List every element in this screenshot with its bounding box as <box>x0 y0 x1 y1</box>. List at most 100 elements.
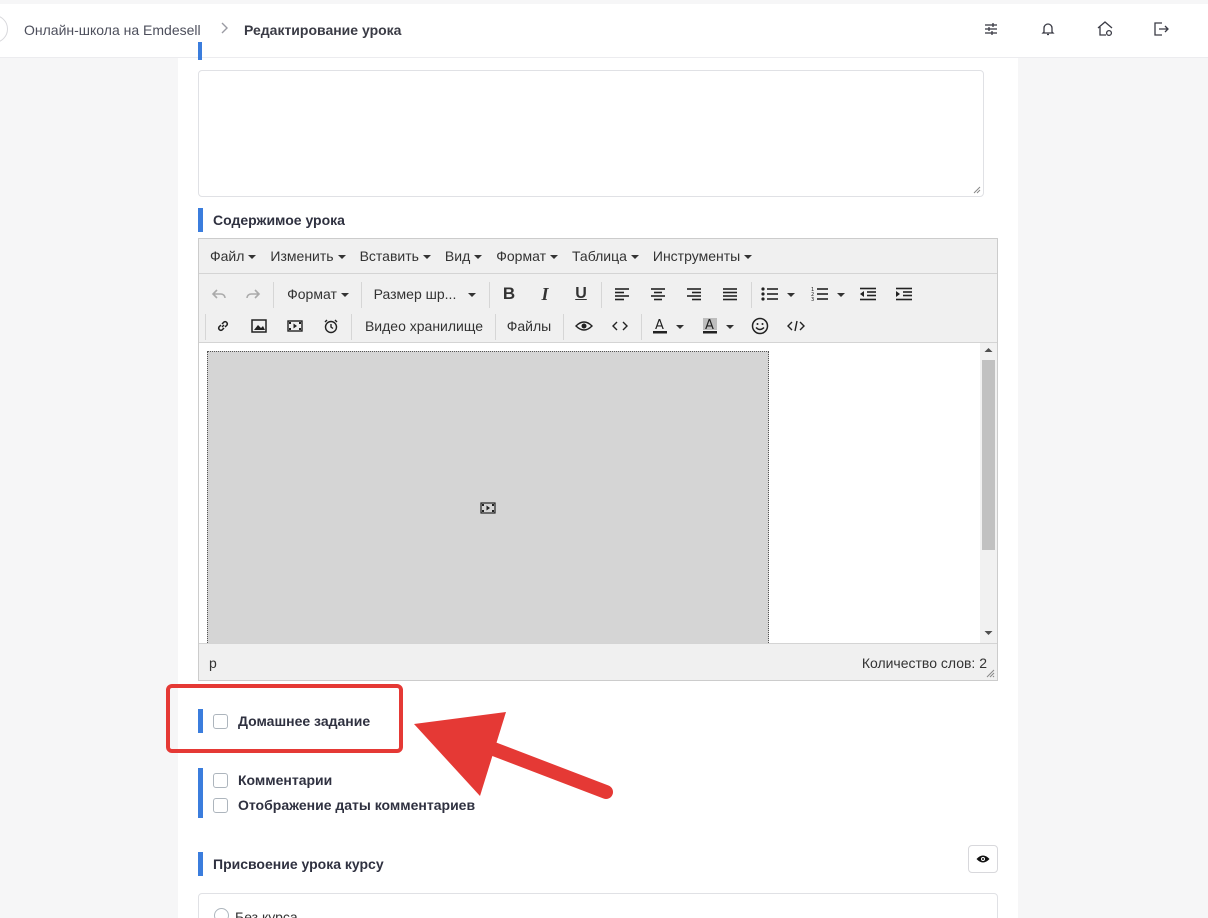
align-justify-icon[interactable] <box>717 280 743 308</box>
menu-insert-label: Вставить <box>359 248 419 264</box>
toolbar-separator <box>495 314 496 340</box>
menu-insert[interactable]: Вставить <box>353 239 438 274</box>
caret-down-icon <box>340 293 349 297</box>
menu-file[interactable]: Файл <box>203 239 263 274</box>
breadcrumb-home-link[interactable]: Онлайн-школа на Emdesell <box>24 22 201 38</box>
section-accent-bar <box>198 208 203 232</box>
bullet-list-icon[interactable] <box>757 280 799 308</box>
outdent-icon[interactable] <box>855 280 881 308</box>
resize-grip-icon[interactable] <box>973 186 981 194</box>
menu-table-label: Таблица <box>571 248 627 264</box>
chevron-right-icon <box>221 22 228 34</box>
image-icon[interactable] <box>247 312 271 340</box>
content-label-text: Содержимое урока <box>213 212 345 228</box>
format-select-label: Формат <box>287 286 337 302</box>
menu-edit[interactable]: Изменить <box>263 239 352 274</box>
editor-scrollbar[interactable] <box>980 343 997 643</box>
indent-icon[interactable] <box>891 280 917 308</box>
files-button[interactable]: Файлы <box>501 312 557 340</box>
redo-icon[interactable] <box>241 280 265 308</box>
section-accent-bar <box>198 42 202 60</box>
scrollbar-thumb[interactable] <box>982 360 995 550</box>
align-center-icon[interactable] <box>645 280 671 308</box>
numbered-list-icon[interactable]: 123 <box>807 280 849 308</box>
sidebar-toggle-button[interactable] <box>0 15 8 43</box>
course-options-box: Без курса <box>198 893 998 918</box>
menu-file-label: Файл <box>210 248 245 264</box>
annotation-arrow-icon <box>414 712 613 799</box>
menu-format[interactable]: Формат <box>489 239 565 274</box>
bell-icon[interactable] <box>1037 18 1059 40</box>
svg-text:A: A <box>705 318 714 333</box>
source-code-icon[interactable] <box>783 312 809 340</box>
comments-checkbox[interactable] <box>213 772 228 788</box>
toolbar-row-1: Формат Размер шр... B I U 1 2 3 <box>199 278 997 310</box>
menu-tools-label: Инструменты <box>652 248 741 264</box>
menu-tools[interactable]: Инструменты <box>646 239 759 274</box>
caret-down-icon <box>744 255 753 259</box>
menu-edit-label: Изменить <box>270 248 334 264</box>
align-left-icon[interactable] <box>609 280 635 308</box>
align-right-icon[interactable] <box>681 280 707 308</box>
undo-icon[interactable] <box>207 280 231 308</box>
content-section-label: Содержимое урока <box>198 208 345 232</box>
element-path[interactable]: p <box>209 655 217 671</box>
format-select[interactable]: Формат <box>281 280 355 308</box>
annotation-highlight-box <box>166 684 403 753</box>
home-settings-icon[interactable] <box>1094 18 1116 40</box>
top-header: Онлайн-школа на Emdesell Редактирование … <box>0 4 1208 58</box>
resize-grip-icon[interactable] <box>986 669 995 678</box>
course-assign-label-text: Присвоение урока курсу <box>213 856 384 872</box>
course-assign-section-label: Присвоение урока курсу <box>198 852 384 876</box>
toolbar-separator <box>751 282 752 308</box>
video-storage-button[interactable]: Видео хранилище <box>359 312 489 340</box>
comments-date-checkbox[interactable] <box>213 797 228 813</box>
breadcrumb-current: Редактирование урока <box>244 22 402 38</box>
toolbar-separator <box>205 314 206 340</box>
caret-down-icon <box>468 293 477 297</box>
editor-content-area[interactable] <box>199 343 997 643</box>
code-view-icon[interactable] <box>607 312 633 340</box>
caret-down-icon <box>837 293 845 297</box>
caret-down-icon <box>422 255 431 259</box>
comments-label: Комментарии <box>238 772 333 788</box>
caret-down-icon <box>474 255 483 259</box>
video-placeholder[interactable] <box>207 351 769 643</box>
no-course-radio[interactable] <box>214 908 229 918</box>
no-course-label: Без курса <box>235 909 298 918</box>
caret-down-icon <box>726 325 734 329</box>
video-icon <box>480 502 496 514</box>
toolbar-separator <box>351 314 352 340</box>
media-icon[interactable] <box>283 312 307 340</box>
description-label-fragment <box>198 42 398 60</box>
scroll-up-arrow-icon[interactable] <box>984 347 993 353</box>
link-icon[interactable] <box>211 312 235 340</box>
preview-eye-icon[interactable] <box>571 312 597 340</box>
alarm-clock-icon[interactable] <box>319 312 343 340</box>
rich-text-editor: Файл Изменить Вставить Вид Формат Таблиц… <box>198 238 998 681</box>
font-size-select[interactable]: Размер шр... <box>369 280 481 308</box>
scroll-down-arrow-icon[interactable] <box>984 630 993 636</box>
comments-checkbox-row[interactable]: Комментарии <box>213 772 332 788</box>
bold-icon[interactable]: B <box>497 280 521 308</box>
menu-view[interactable]: Вид <box>438 239 489 274</box>
background-color-icon[interactable]: A <box>697 312 739 340</box>
toolbar-separator <box>273 282 274 308</box>
eye-icon <box>976 855 990 863</box>
editor-statusbar: p Количество слов: 2 <box>199 643 997 680</box>
italic-icon[interactable]: I <box>533 280 557 308</box>
underline-icon[interactable]: U <box>569 280 593 308</box>
editor-toolbar: Формат Размер шр... B I U 1 2 3 Видео хр… <box>199 274 997 343</box>
description-textarea[interactable] <box>198 70 984 197</box>
caret-down-icon <box>549 255 558 259</box>
caret-down-icon <box>787 293 795 297</box>
toolbar-row-2: Видео хранилище Файлы A A <box>199 310 997 342</box>
course-preview-button[interactable] <box>968 845 998 873</box>
emoji-icon[interactable] <box>747 312 773 340</box>
font-size-select-label: Размер шр... <box>373 286 457 302</box>
text-color-icon[interactable]: A <box>647 312 689 340</box>
sliders-icon[interactable] <box>980 18 1002 40</box>
menu-table[interactable]: Таблица <box>565 239 646 274</box>
logout-icon[interactable] <box>1150 18 1172 40</box>
svg-text:3: 3 <box>811 297 814 301</box>
